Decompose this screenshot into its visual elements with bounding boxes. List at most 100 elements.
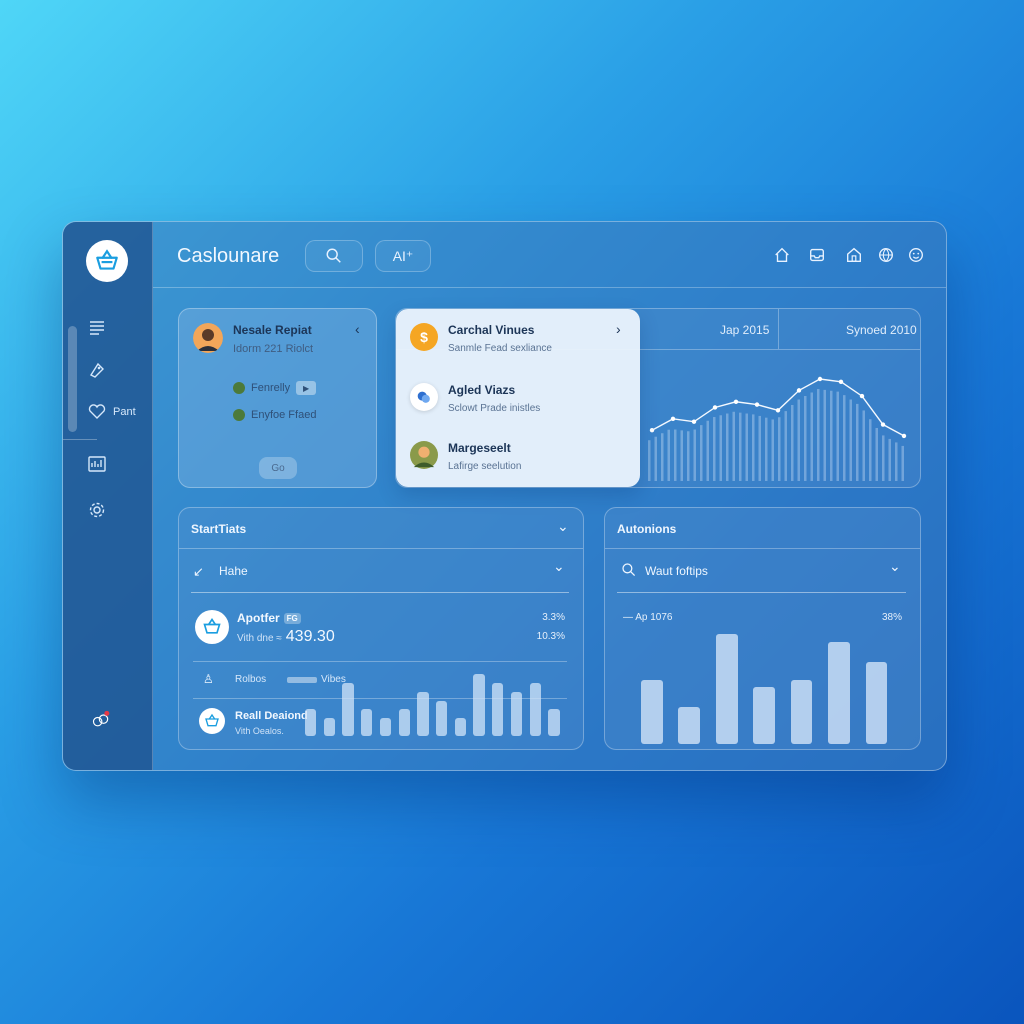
sidebar-item-tags[interactable] xyxy=(87,360,107,380)
autonions-header-divider xyxy=(605,548,920,549)
smile-icon[interactable] xyxy=(907,246,925,264)
profile-go-button[interactable]: Go xyxy=(259,457,297,479)
sidebar-item-pant[interactable]: Pant xyxy=(87,402,136,422)
basket-logo-icon[interactable] xyxy=(86,240,128,282)
trend-point xyxy=(838,379,844,385)
tag-icon xyxy=(89,362,104,378)
trend-background-bar xyxy=(654,436,657,481)
autonions-bar-chart xyxy=(639,632,901,744)
trend-point xyxy=(880,422,886,427)
list-item-subtitle: Lafirge seelution xyxy=(448,461,522,472)
top-bar: Caslounare AI⁺ xyxy=(153,222,946,288)
stats-bar xyxy=(473,674,485,736)
chevron-right-icon[interactable]: › xyxy=(616,321,621,337)
sidebar-item-notifications[interactable] xyxy=(91,710,111,730)
autonions-bar xyxy=(641,680,663,744)
trend-background-bar xyxy=(784,411,787,481)
list-item-title[interactable]: Agled Viazs xyxy=(448,383,515,397)
trend-background-bar xyxy=(771,419,774,481)
document-icon xyxy=(90,321,104,335)
autonions-bar xyxy=(678,706,701,744)
profile-card: Nesale Repiat Idorm 221 Riolct ‹ Fenrell… xyxy=(178,308,377,488)
trend-background-bar xyxy=(719,415,722,481)
stats-bar xyxy=(454,718,466,736)
stats-card: StartTiats ⌄ ↙ Hahe ⌄ Apotfer FG Vith dn… xyxy=(178,507,584,750)
stats-title: StartTiats xyxy=(191,522,247,536)
gear-icon xyxy=(89,502,105,518)
search-icon xyxy=(622,563,636,577)
ai-button[interactable]: AI⁺ xyxy=(375,240,431,272)
home-icon[interactable] xyxy=(773,246,791,264)
trend-background-bar xyxy=(758,415,761,481)
row-title[interactable]: Reall Deaiond xyxy=(235,710,308,722)
chevron-down-icon[interactable]: ⌄ xyxy=(553,558,565,575)
trend-point xyxy=(733,399,739,404)
sidebar-scrollbar[interactable] xyxy=(68,326,77,432)
trend-background-bar xyxy=(726,413,729,481)
profile-subtitle: Idorm 221 Riolct xyxy=(233,343,314,355)
app-window: Pant Caslounare AI⁺ Jap 2015 Synoed 2010… xyxy=(62,221,947,771)
trend-point xyxy=(670,416,676,422)
play-icon[interactable]: ▶ xyxy=(296,381,317,395)
filter-label[interactable]: Hahe xyxy=(219,564,248,578)
trend-point xyxy=(754,402,760,407)
profile-row-label: Enyfoe Ffaed xyxy=(251,409,317,421)
trend-background-bar xyxy=(791,404,794,481)
chevron-down-icon[interactable]: ⌄ xyxy=(889,558,901,575)
autonions-search-label[interactable]: Waut foftips xyxy=(645,564,708,578)
sidebar: Pant xyxy=(63,222,153,770)
profile-row-1[interactable]: Fenrelly ▶ xyxy=(233,381,317,395)
autonions-bar xyxy=(790,680,813,744)
list-item-subtitle: Sclowt Prade inistles xyxy=(448,403,541,414)
globe-icon[interactable] xyxy=(877,246,895,264)
profile-row-label: Fenrelly xyxy=(251,382,291,394)
trend-background-bar xyxy=(732,411,735,481)
row-percent-1: 3.3% xyxy=(542,612,565,623)
legend-label: — Ap 1076 xyxy=(623,612,673,623)
sidebar-item-reports[interactable] xyxy=(87,454,107,474)
trend-background-bar xyxy=(713,417,716,481)
inbox-icon[interactable] xyxy=(808,246,826,264)
list-card: $ Carchal Vinues Sanmle Fead sexliance ›… xyxy=(396,309,640,487)
row-subtitle: Vith dne ≈ xyxy=(237,633,282,644)
trend-background-bar xyxy=(849,399,852,481)
trend-background-bar xyxy=(817,389,820,481)
row-value-line: Vith dne ≈ 439.30 xyxy=(237,628,335,646)
trend-background-bar xyxy=(648,440,651,481)
trend-background-bar xyxy=(674,429,677,481)
legend-text: Ap 1076 xyxy=(635,612,673,623)
chevron-left-icon[interactable]: ‹ xyxy=(355,321,360,337)
trend-point xyxy=(901,433,907,439)
basket-icon xyxy=(199,708,225,734)
stats-bar xyxy=(361,709,373,736)
row-subtitle: Vith Oealos. xyxy=(235,726,284,736)
list-item-title[interactable]: Margeseelt xyxy=(448,441,511,455)
row-title[interactable]: Apotfer FG xyxy=(237,611,301,625)
profile-row-2[interactable]: Enyfoe Ffaed xyxy=(233,409,316,421)
app-title: Caslounare xyxy=(177,245,280,267)
trend-background-bar xyxy=(882,435,885,481)
stats-bar xyxy=(342,682,354,736)
search-icon xyxy=(326,248,341,263)
chevron-down-icon[interactable]: ⌄ xyxy=(557,518,569,535)
search-button[interactable] xyxy=(305,240,363,272)
trend-background-bar xyxy=(830,390,833,481)
stats-bar xyxy=(323,718,335,736)
trend-background-bar xyxy=(862,410,865,481)
list-item-title[interactable]: Carchal Vinues xyxy=(448,323,534,337)
stats-bar xyxy=(548,709,560,736)
trend-background-bar xyxy=(752,414,755,481)
trend-background-bar xyxy=(810,392,813,481)
stats-bar xyxy=(398,709,410,736)
profile-name: Nesale Repiat xyxy=(233,323,312,337)
trend-background-bar xyxy=(843,395,846,481)
user-icon: ♙ xyxy=(203,672,214,686)
sidebar-item-settings[interactable] xyxy=(87,500,107,520)
trend-background-bar xyxy=(804,396,807,481)
sidebar-item-documents[interactable] xyxy=(87,318,107,338)
trend-background-bar xyxy=(765,417,768,481)
trend-background-bar xyxy=(823,389,826,481)
avatar[interactable] xyxy=(193,323,223,353)
shop-icon[interactable] xyxy=(845,246,863,264)
stats-bar xyxy=(305,709,317,736)
